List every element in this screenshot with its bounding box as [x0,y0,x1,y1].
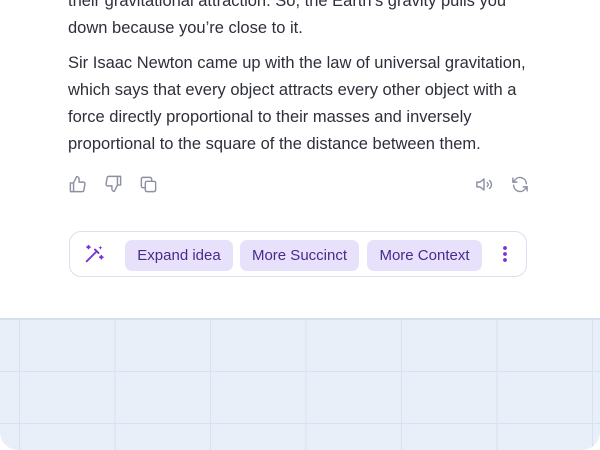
more-vertical-icon[interactable] [497,245,513,263]
suggestion-action-bar: Expand idea More Succinct More Context [69,231,527,277]
more-context-button[interactable]: More Context [367,240,482,271]
response-paragraph-1: their gravitational attraction. So, the … [68,0,507,37]
thumbs-down-icon[interactable] [104,174,123,193]
magic-wand-icon[interactable] [83,243,105,265]
background-grid [0,318,600,450]
response-paragraph-2: Sir Isaac Newton came up with the law of… [68,54,526,153]
regenerate-icon[interactable] [510,175,530,194]
more-succinct-button[interactable]: More Succinct [240,240,359,271]
copy-icon[interactable] [139,175,158,194]
speaker-icon[interactable] [474,175,494,194]
page-frame: their gravitational attraction. So, the … [0,0,600,450]
thumbs-up-icon[interactable] [68,175,87,194]
expand-idea-button[interactable]: Expand idea [125,240,233,271]
